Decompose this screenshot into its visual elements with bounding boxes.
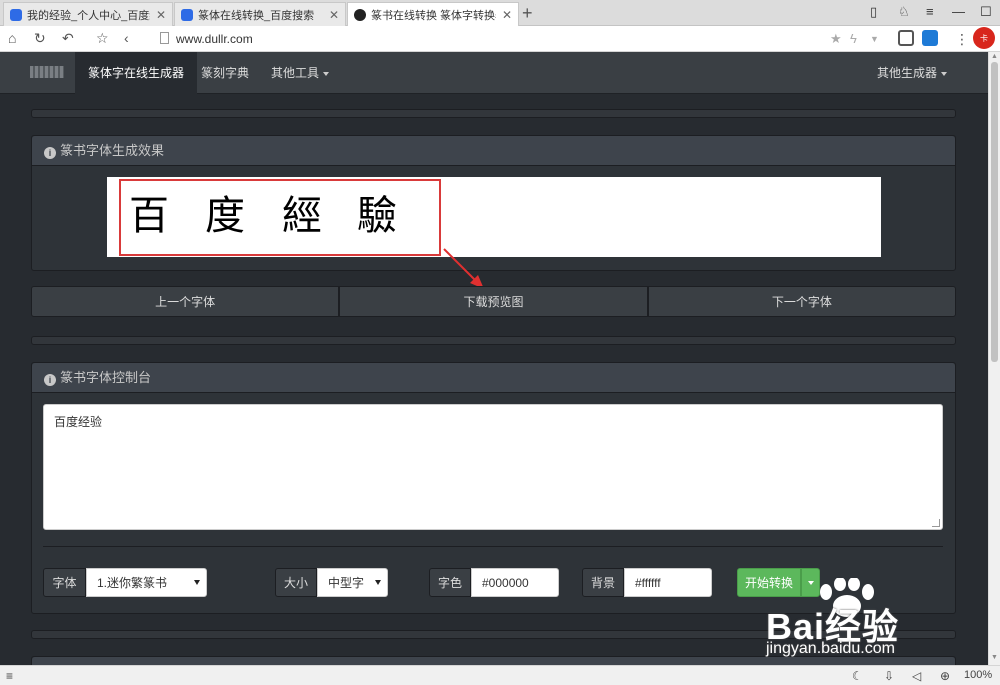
font-preview-image: 百 度 經 驗 (107, 177, 881, 257)
background-input-value: #ffffff (635, 575, 661, 590)
font-label: 字体 (43, 568, 86, 597)
nav-item-other-tools[interactable]: 其他工具 (258, 52, 342, 94)
browser-tab-3[interactable]: 篆书在线转换 篆体字转换器 ✕ (347, 2, 519, 27)
baidu-paw-icon (10, 8, 22, 21)
site-logo[interactable] (30, 66, 64, 78)
tab-title: 篆书在线转换 篆体字转换器 (371, 10, 496, 22)
maximize-icon[interactable]: ☐ (980, 4, 992, 20)
favorite-star-icon[interactable]: ☆ (96, 30, 109, 47)
divider (43, 546, 943, 547)
more-options-icon[interactable]: ⋮ (955, 31, 969, 48)
highlight-box (119, 179, 441, 256)
color-input[interactable]: #000000 (471, 568, 559, 597)
bookmark-icon[interactable]: ★ (830, 31, 842, 47)
page-icon (160, 32, 169, 44)
address-bar: ⌂ ↻ ↶ ☆ ‹ www.dullr.com ★ ϟ ▼ ⋮ (0, 26, 1000, 52)
web-page: 篆体字在线生成器 篆刻字典 其他工具 其他生成器 i 篆书字体生成效果 百 度 經… (0, 52, 988, 665)
preview-panel: i 篆书字体生成效果 百 度 經 驗 (31, 135, 956, 271)
nav-item-seal-dictionary[interactable]: 篆刻字典 (188, 52, 262, 94)
size-label: 大小 (275, 568, 317, 597)
nav-item-other-generators[interactable]: 其他生成器 (864, 52, 960, 94)
text-input-value: 百度经验 (54, 415, 103, 429)
download-icon[interactable]: ⇩ (884, 669, 894, 683)
zoom-icon[interactable]: ⊕ (940, 669, 950, 683)
nav-item-label: 其他工具 (271, 66, 320, 80)
panel-heading: i (32, 657, 955, 665)
caret-down-icon (323, 71, 330, 76)
immersive-mode-icon[interactable]: ▯ (870, 4, 877, 20)
font-select[interactable]: 1.迷你繁篆书 (86, 568, 207, 597)
background-input[interactable]: #ffffff (624, 568, 712, 597)
close-icon[interactable]: ✕ (156, 8, 166, 22)
zoom-level[interactable]: 100% (964, 669, 992, 681)
font-select-value: 1.迷你繁篆书 (97, 576, 168, 590)
spacer-bar (31, 336, 956, 345)
home-icon[interactable]: ⌂ (8, 30, 16, 46)
panel-title: 篆书字体控制台 (60, 370, 152, 385)
browser-tab-strip: 我的经验_个人中心_百度经验 ✕ 篆体在线转换_百度搜索 ✕ 篆书在线转换 篆体… (0, 0, 1000, 27)
info-icon: i (44, 374, 56, 386)
menu-icon[interactable]: ≡ (926, 4, 934, 19)
background-label: 背景 (582, 568, 624, 597)
qr-code-icon[interactable] (898, 30, 914, 46)
text-input[interactable]: 百度经验 (43, 404, 943, 530)
resize-grip-icon[interactable] (932, 519, 940, 527)
tab-title: 我的经验_个人中心_百度经验 (27, 9, 150, 22)
page-scrollbar[interactable]: ▲ ▼ (988, 52, 1000, 665)
scroll-up-icon[interactable]: ▲ (991, 53, 998, 60)
back-icon[interactable]: ‹ (124, 30, 129, 46)
refresh-icon[interactable]: ↻ (34, 30, 46, 47)
translate-icon[interactable] (922, 30, 938, 46)
ink-logo-icon (354, 9, 366, 21)
baidu-paw-icon (181, 8, 193, 21)
skin-icon[interactable]: ♘ (898, 4, 910, 20)
dropdown-arrow-icon (375, 580, 381, 585)
prev-font-button[interactable]: 上一个字体 (31, 286, 340, 317)
nav-item-seal-generator[interactable]: 篆体字在线生成器 (75, 52, 198, 94)
tab-title: 篆体在线转换_百度搜索 (198, 9, 315, 22)
volume-icon[interactable]: ◁ (912, 669, 921, 683)
size-select[interactable]: 中型字 (317, 568, 388, 597)
info-icon: i (44, 147, 56, 159)
download-preview-button[interactable]: 下载预览图 (339, 286, 648, 317)
scroll-down-icon[interactable]: ▼ (991, 654, 998, 661)
new-tab-icon[interactable]: + (522, 3, 533, 24)
dropdown-arrow-icon (194, 580, 200, 585)
size-select-value: 中型字 (328, 576, 365, 590)
minimize-icon[interactable]: — (952, 4, 965, 19)
panel-heading: i 篆书字体生成效果 (32, 136, 955, 166)
close-icon[interactable]: ✕ (329, 8, 339, 22)
caret-down-icon (807, 580, 814, 585)
site-navbar: 篆体字在线生成器 篆刻字典 其他工具 其他生成器 (0, 52, 988, 94)
panel-heading: i 篆书字体控制台 (32, 363, 955, 393)
scrollbar-thumb[interactable] (991, 62, 998, 362)
color-input-value: #000000 (482, 575, 529, 590)
sidebar-toggle-icon[interactable]: ≡ (6, 669, 13, 683)
browser-tab-2[interactable]: 篆体在线转换_百度搜索 ✕ (174, 2, 346, 26)
browser-tab-1[interactable]: 我的经验_个人中心_百度经验 ✕ (3, 2, 173, 26)
browser-status-bar: ≡ ☾ ⇩ ◁ ⊕ 100% (0, 665, 1000, 685)
control-panel: i 篆书字体控制台 百度经验 字体 1.迷你繁篆书 大小 中型字 字色 #0000… (31, 362, 956, 614)
chevron-down-icon[interactable]: ▼ (870, 34, 879, 44)
watermark-url: jingyan.baidu.com (766, 640, 895, 657)
color-label: 字色 (429, 568, 471, 597)
caret-down-icon (941, 71, 948, 76)
night-mode-icon[interactable]: ☾ (852, 669, 863, 683)
panel-title: 篆书字体生成效果 (60, 143, 165, 158)
close-icon[interactable]: ✕ (502, 8, 512, 22)
font-button-group: 上一个字体 下载预览图 下一个字体 (31, 286, 956, 317)
user-avatar[interactable]: 卡 (973, 27, 995, 49)
lightning-icon[interactable]: ϟ (850, 31, 857, 46)
next-font-button[interactable]: 下一个字体 (647, 286, 956, 317)
undo-icon[interactable]: ↶ (62, 30, 74, 47)
spacer-bar (31, 109, 956, 118)
convert-button[interactable]: 开始转换 (737, 568, 801, 597)
nav-item-label: 其他生成器 (877, 66, 938, 80)
url-input[interactable]: www.dullr.com (176, 32, 253, 46)
